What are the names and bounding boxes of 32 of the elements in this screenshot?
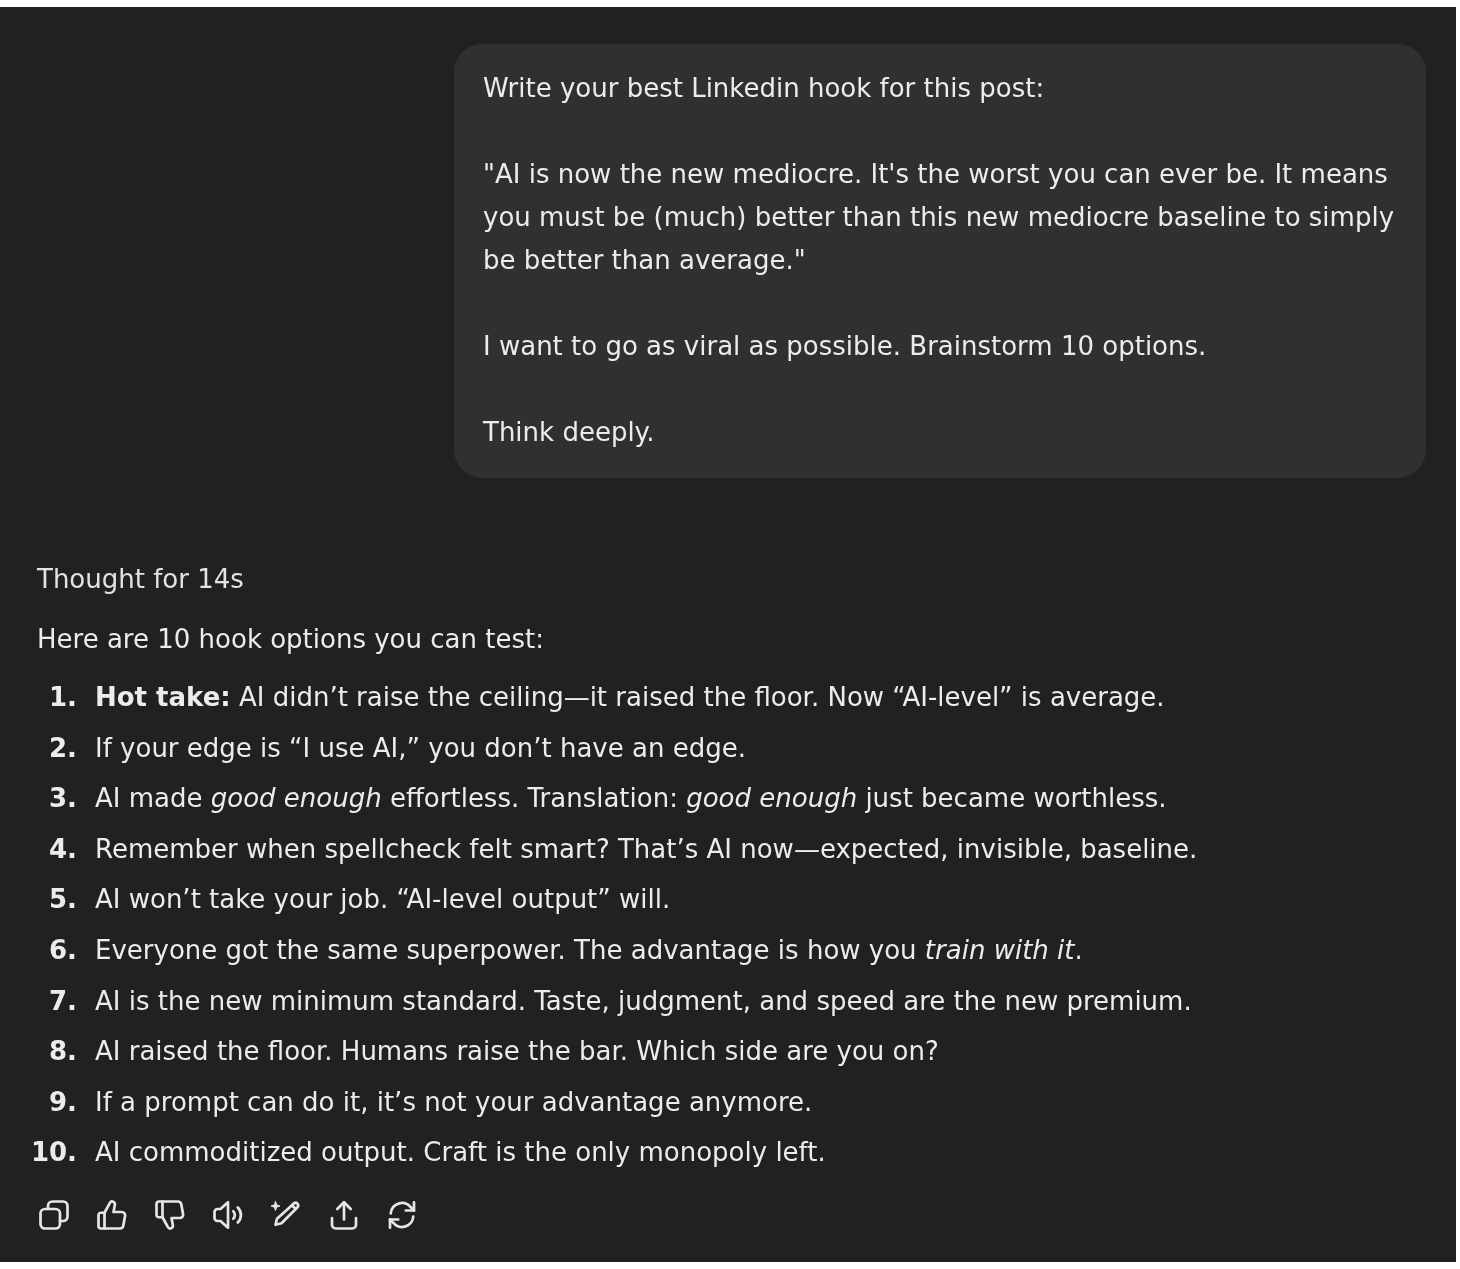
thumbs-down-icon[interactable] (155, 1200, 185, 1231)
list-item-text: AI is the new minimum standard. Taste, judgment, and speed are the new premium. (95, 984, 1193, 1018)
list-number: 5. (49, 883, 77, 917)
message-text: Think deeply. (483, 416, 656, 449)
list-number: 10. (30, 1136, 77, 1170)
list-item-text: AI commoditized output. Craft is the only monopoly left. (95, 1136, 827, 1170)
list-number: 7. (49, 984, 77, 1018)
list-item-text: AI won’t take your job. “AI-level output” will. (95, 883, 672, 917)
upload-icon[interactable] (329, 1200, 359, 1231)
list-number: 9. (49, 1085, 77, 1119)
list-item-text: Remember when spellcheck felt smart? That’s AI now—expected, invisible, baseline. (95, 832, 1199, 866)
speaker-icon[interactable] (213, 1200, 243, 1231)
list-item-text: AI raised the floor. Humans raise the bar. Which side are you on? (95, 1035, 940, 1069)
copy-icon[interactable] (39, 1200, 69, 1231)
list-item-text: AI made good enough effortless. Translation: good enough just became worthless. (95, 782, 1168, 816)
list-item-text: If your edge is “I use AI,” you don’t have an edge. (95, 731, 747, 765)
thumbs-up-icon[interactable] (97, 1200, 127, 1231)
list-number: 6. (49, 933, 77, 967)
list-item-text: Everyone got the same superpower. The advantage is how you train with it. (95, 933, 1084, 967)
list-number: 1. (49, 681, 77, 714)
list-item-text: If a prompt can do it, it’s not your advantage anymore. (95, 1085, 814, 1119)
message-text: Write your best Linkedin hook for this post: (483, 72, 1046, 105)
list-number: 8. (49, 1035, 77, 1069)
list-number: 4. (49, 832, 77, 866)
refresh-icon[interactable] (387, 1200, 417, 1231)
intro-text: Here are 10 hook options you can test: (37, 623, 545, 656)
list-number: 3. (49, 782, 77, 816)
message-text: I want to go as viral as possible. Brainstorm 10 options. (483, 330, 1208, 363)
thought-label[interactable]: Thought for 14s (37, 558, 244, 601)
list-number: 2. (49, 731, 77, 765)
message-text: "AI is now the new mediocre. It's the worst you can ever be. It means you must be (much) better than this new mediocre baseline to simply be better than average." (483, 158, 1395, 277)
list-item-text: Hot take: AI didn’t raise the ceiling—it raised the floor. Now “AI-level” is average. (95, 681, 1166, 714)
